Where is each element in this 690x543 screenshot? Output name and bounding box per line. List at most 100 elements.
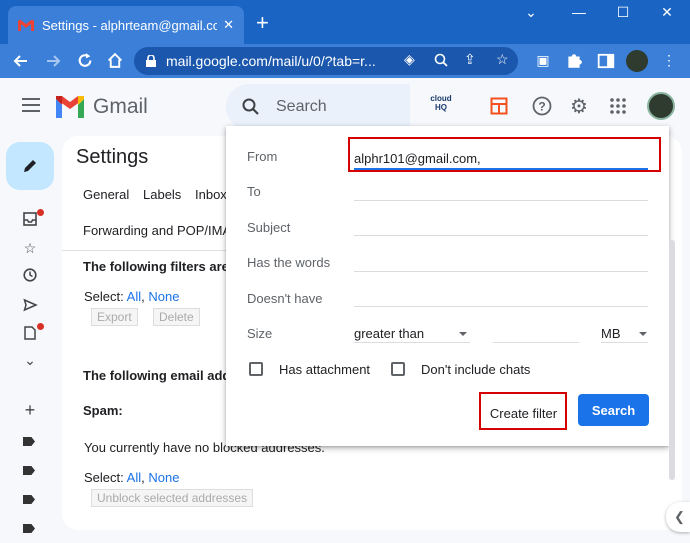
- select-label: Select:: [84, 289, 124, 304]
- label-tag-icon[interactable]: [23, 466, 35, 475]
- blocked-heading: The following email add: [83, 368, 231, 383]
- tab-search-icon[interactable]: ⌄: [516, 4, 546, 21]
- to-input[interactable]: [354, 200, 648, 201]
- tab-labels[interactable]: Labels: [143, 187, 181, 202]
- compose-button[interactable]: [6, 142, 54, 190]
- size-operator-underline: [354, 342, 470, 343]
- tab-inbox[interactable]: Inbox: [195, 187, 227, 202]
- search-button[interactable]: Search: [578, 394, 649, 426]
- pencil-icon: [24, 160, 36, 172]
- mail-search-bar[interactable]: Search: [226, 84, 410, 130]
- select-label: Select:: [84, 470, 124, 485]
- drafts-icon[interactable]: [22, 326, 38, 340]
- select-none-link[interactable]: None: [148, 289, 179, 304]
- extension-cloudhq-icon[interactable]: ▣: [534, 52, 552, 70]
- apps-grid-icon[interactable]: [610, 98, 626, 114]
- scrollbar[interactable]: [669, 240, 675, 480]
- tab-forwarding[interactable]: Forwarding and POP/IMAP: [83, 223, 240, 238]
- subject-input[interactable]: [354, 235, 648, 236]
- snoozed-clock-icon[interactable]: [22, 268, 38, 282]
- tab-divider: [62, 250, 232, 251]
- starred-icon[interactable]: ☆: [22, 240, 38, 257]
- has-words-label: Has the words: [247, 255, 331, 270]
- inbox-icon[interactable]: [22, 212, 38, 226]
- from-highlight-box: [348, 137, 661, 172]
- label-tag-icon[interactable]: [23, 524, 35, 533]
- extensions-puzzle-icon[interactable]: [565, 52, 583, 70]
- main-menu-icon[interactable]: [22, 98, 40, 116]
- help-icon[interactable]: ?: [532, 96, 552, 116]
- install-app-icon[interactable]: ◈: [404, 51, 415, 68]
- chevron-down-icon[interactable]: [459, 332, 467, 336]
- export-button[interactable]: Export: [91, 308, 138, 326]
- gmail-wordmark: Gmail: [93, 95, 148, 118]
- bookmark-star-icon[interactable]: ☆: [496, 51, 509, 68]
- doesnt-have-label: Doesn't have: [247, 291, 323, 306]
- cloudhq-icon[interactable]: cloud HQ: [430, 94, 452, 112]
- side-panel-toggle-icon[interactable]: ❮: [666, 502, 690, 532]
- profile-avatar-icon[interactable]: [626, 50, 648, 72]
- lock-icon[interactable]: [146, 55, 156, 67]
- gmail-logo-icon[interactable]: [56, 96, 84, 118]
- doesnt-have-input[interactable]: [354, 306, 648, 307]
- to-label: To: [247, 184, 261, 199]
- select-all-link[interactable]: All: [127, 470, 141, 485]
- more-chevron-icon[interactable]: ⌄: [22, 352, 38, 369]
- label-tag-icon[interactable]: [23, 437, 35, 446]
- maximize-icon[interactable]: ☐: [608, 4, 638, 21]
- new-tab-icon[interactable]: +: [256, 12, 269, 34]
- url-text: mail.google.com/mail/u/0/?tab=r...: [166, 53, 376, 69]
- browser-toolbar: mail.google.com/mail/u/0/?tab=r... ◈ ⇪ ☆…: [0, 44, 690, 78]
- search-icon[interactable]: [242, 98, 260, 116]
- back-icon[interactable]: [10, 53, 32, 69]
- delete-button[interactable]: Delete: [153, 308, 200, 326]
- unblock-button[interactable]: Unblock selected addresses: [91, 489, 254, 507]
- search-filter-popup: From alphr101@gmail.com, To Subject Has …: [226, 126, 669, 446]
- side-panel-icon[interactable]: [597, 52, 615, 70]
- layout-icon[interactable]: [490, 97, 508, 115]
- dont-include-chats-label: Don't include chats: [421, 362, 531, 377]
- from-label: From: [247, 149, 278, 164]
- menu-kebab-icon[interactable]: ⋮: [660, 52, 678, 70]
- has-attachment-checkbox[interactable]: [249, 362, 263, 376]
- size-unit-underline: [601, 342, 648, 343]
- add-label-icon[interactable]: +: [22, 400, 38, 421]
- zoom-icon[interactable]: [434, 53, 448, 67]
- reload-icon[interactable]: [74, 52, 96, 69]
- share-icon[interactable]: ⇪: [464, 51, 476, 68]
- search-placeholder: Search: [276, 98, 327, 115]
- forward-icon[interactable]: [42, 53, 64, 69]
- spam-label: Spam:: [83, 403, 123, 418]
- size-unit-select[interactable]: MB: [601, 326, 621, 341]
- account-avatar[interactable]: [647, 92, 675, 120]
- minimize-icon[interactable]: —: [564, 4, 594, 20]
- sent-icon[interactable]: [22, 298, 38, 312]
- has-attachment-label: Has attachment: [279, 362, 371, 377]
- page-title: Settings: [76, 146, 149, 168]
- tab-close-icon[interactable]: ✕: [223, 17, 234, 33]
- close-window-icon[interactable]: ✕: [652, 4, 682, 21]
- select-none-link[interactable]: None: [148, 470, 179, 485]
- home-icon[interactable]: [104, 52, 126, 69]
- create-filter-highlight-box: [479, 392, 567, 430]
- select-all-link[interactable]: All: [127, 289, 141, 304]
- size-label: Size: [247, 326, 273, 341]
- inbox-unread-dot: [37, 209, 44, 216]
- subject-label: Subject: [247, 220, 291, 235]
- drafts-unread-dot: [37, 323, 44, 330]
- svg-text:?: ?: [538, 100, 545, 114]
- size-value-input[interactable]: [493, 342, 579, 343]
- chevron-down-icon[interactable]: [639, 332, 647, 336]
- gmail-favicon-icon: [18, 19, 34, 31]
- browser-tab-strip: Settings - alphrteam@gmail.com ✕ + ⌄ — ☐…: [0, 0, 690, 44]
- label-tag-icon[interactable]: [23, 495, 35, 504]
- size-operator-select[interactable]: greater than: [354, 326, 424, 341]
- filters-heading: The following filters are: [83, 259, 229, 274]
- settings-gear-icon[interactable]: ⚙: [570, 94, 588, 119]
- tab-title: Settings - alphrteam@gmail.com: [42, 17, 218, 33]
- tab-general[interactable]: General: [83, 187, 129, 202]
- has-words-input[interactable]: [354, 271, 648, 272]
- browser-tab[interactable]: Settings - alphrteam@gmail.com ✕: [8, 6, 244, 44]
- dont-include-chats-checkbox[interactable]: [391, 362, 405, 376]
- address-bar[interactable]: mail.google.com/mail/u/0/?tab=r...: [134, 47, 518, 75]
